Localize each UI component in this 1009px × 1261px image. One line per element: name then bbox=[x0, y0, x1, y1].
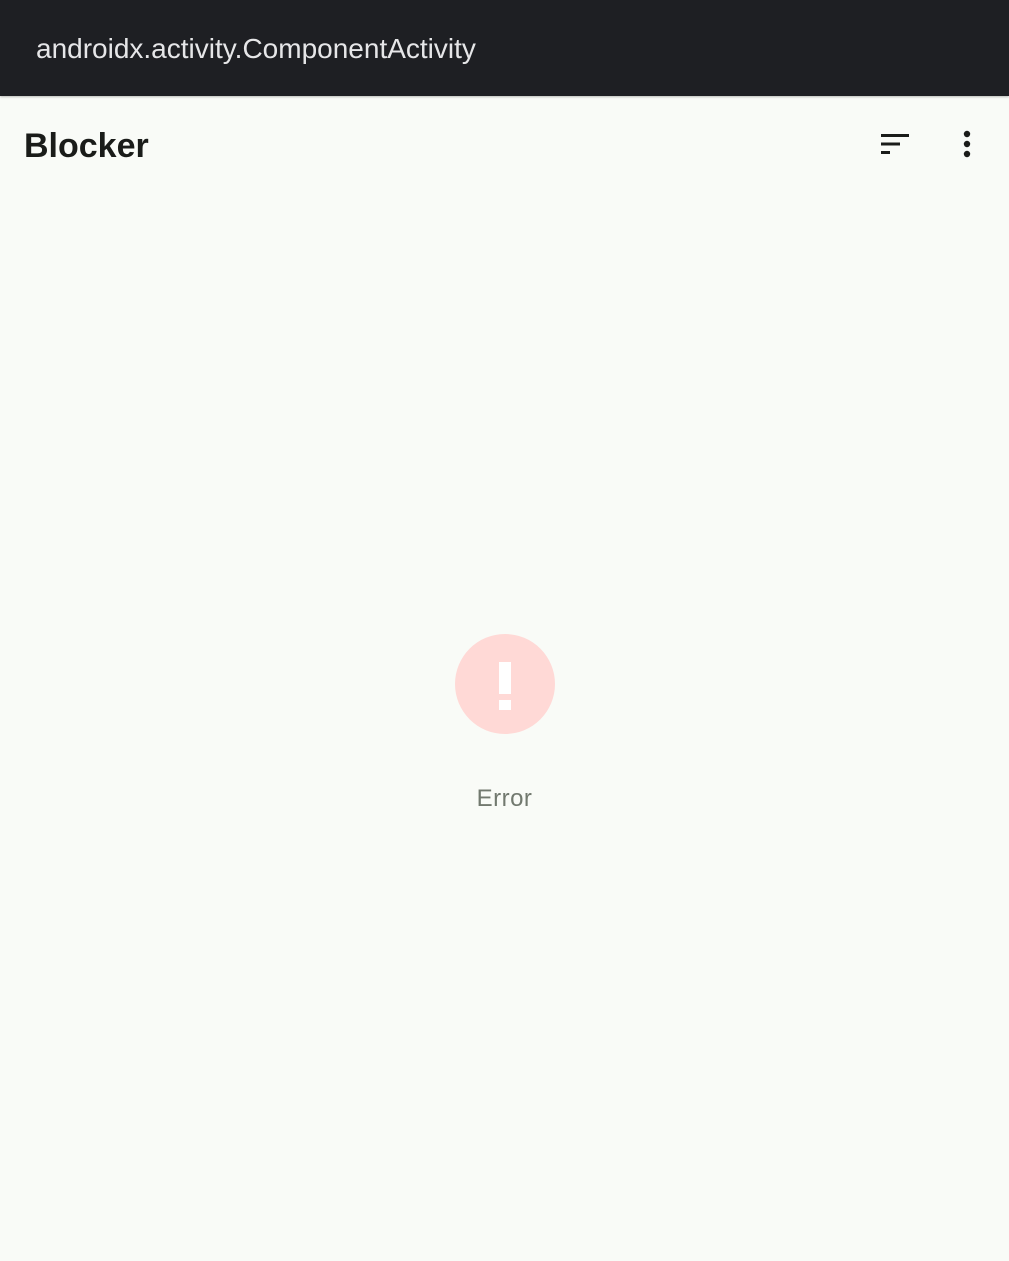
sort-icon bbox=[881, 134, 909, 154]
top-app-bar: Blocker bbox=[0, 96, 1009, 196]
window-title: androidx.activity.ComponentActivity bbox=[36, 33, 476, 64]
more-options-button[interactable] bbox=[939, 116, 995, 172]
app-title: Blocker bbox=[24, 127, 149, 165]
error-message: Error bbox=[476, 785, 533, 812]
error-icon bbox=[454, 634, 555, 734]
sort-button[interactable] bbox=[867, 116, 923, 172]
more-vert-icon bbox=[963, 130, 971, 158]
window-titlebar: androidx.activity.ComponentActivity bbox=[0, 0, 1009, 96]
error-state: Error bbox=[0, 634, 1009, 814]
